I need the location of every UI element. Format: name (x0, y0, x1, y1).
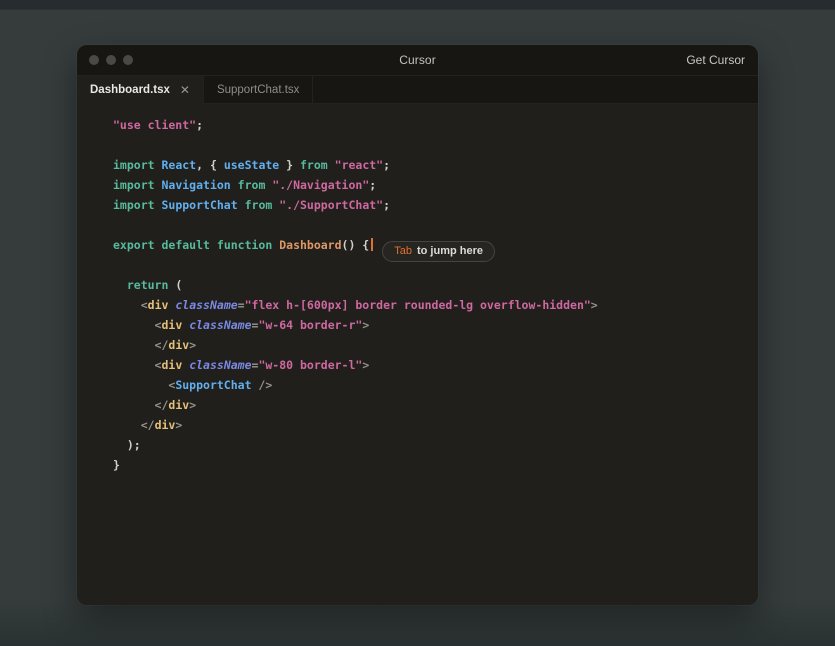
code-line: </div> (154, 338, 197, 352)
code-area: "use client"; import React, { useState }… (113, 115, 758, 475)
tab-label: Dashboard.tsx (90, 83, 170, 96)
code-line: import Navigation from "./Navigation"; (113, 178, 377, 192)
tab-dashboard[interactable]: Dashboard.tsx ✕ (77, 76, 204, 104)
minimize-window-button[interactable] (106, 55, 116, 65)
tab-hint-text: to jump here (416, 245, 483, 257)
window-titlebar[interactable]: Cursor Get Cursor (77, 45, 758, 75)
window-title: Cursor (399, 53, 436, 67)
close-tab-icon[interactable]: ✕ (180, 84, 190, 96)
code-line: return ( (126, 278, 183, 292)
tab-hint-badge[interactable]: Tab to jump here (382, 240, 495, 262)
code-line: "use client"; (113, 118, 204, 132)
code-editor[interactable]: "use client"; import React, { useState }… (77, 104, 758, 605)
code-line: <SupportChat /> (168, 378, 273, 392)
code-line: <div className="w-64 border-r"> (154, 318, 370, 332)
code-line: } (113, 458, 120, 472)
code-line: ); (113, 438, 141, 452)
close-window-button[interactable] (89, 55, 99, 65)
tab-supportchat[interactable]: SupportChat.tsx (203, 76, 314, 104)
code-line: </div> (154, 398, 197, 412)
tab-label: SupportChat.tsx (216, 83, 300, 96)
maximize-window-button[interactable] (123, 55, 133, 65)
get-cursor-link[interactable]: Get Cursor (686, 45, 745, 75)
cursor-window: Cursor Get Cursor Dashboard.tsx ✕ Suppor… (77, 45, 758, 605)
code-line: import React, { useState } from "react"; (113, 158, 391, 172)
tab-hint-key: Tab (394, 245, 412, 257)
tab-bar: Dashboard.tsx ✕ SupportChat.tsx (77, 75, 758, 104)
window-controls (89, 45, 133, 75)
code-line: export default function Dashboard() {Tab… (113, 235, 758, 262)
text-cursor-caret (371, 238, 374, 251)
code-line: </div> (140, 418, 183, 432)
tab-bar-filler (313, 76, 758, 104)
code-line: import SupportChat from "./SupportChat"; (113, 198, 391, 212)
code-line: <div className="w-80 border-l"> (154, 358, 370, 372)
code-line: <div className="flex h-[600px] border ro… (140, 298, 598, 312)
